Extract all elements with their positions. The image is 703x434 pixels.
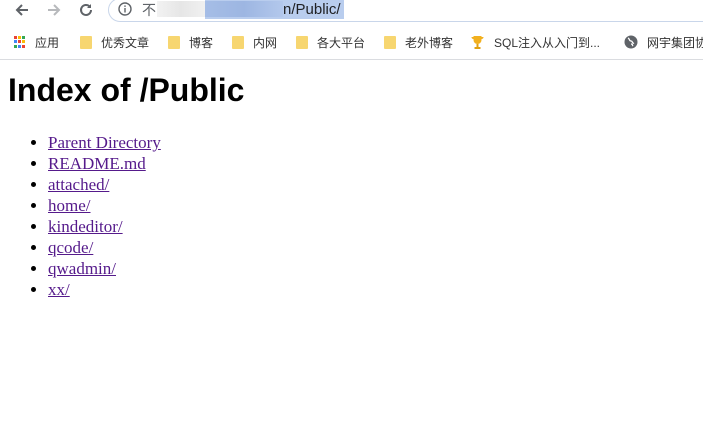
info-icon[interactable]: [118, 2, 132, 16]
folder-icon: [168, 35, 180, 49]
bookmark-folder-blogs[interactable]: 博客: [168, 33, 213, 51]
bookmark-label: 应用: [35, 35, 60, 50]
url-selection[interactable]: n/Public/: [205, 0, 344, 19]
bookmark-apps[interactable]: 应用: [14, 33, 59, 51]
entry-link-home[interactable]: home/: [48, 196, 91, 215]
bookmark-label: 内网: [253, 35, 278, 50]
bookmark-label: 老外博客: [405, 35, 454, 50]
entry-link-qcode[interactable]: qcode/: [48, 238, 93, 257]
bookmark-label: 博客: [189, 35, 214, 50]
bookmark-folder-foreign-blogs[interactable]: 老外博客: [384, 33, 453, 51]
toolbar-divider: [0, 59, 703, 60]
browser-toolbar: 不 n/Public/: [0, 0, 703, 27]
reload-icon: [80, 3, 92, 16]
apps-grid-icon: [14, 35, 26, 49]
reload-button[interactable]: [74, 0, 98, 20]
directory-listing: Parent Directory README.md attached/ hom…: [0, 132, 161, 300]
arrow-left-icon: [15, 4, 28, 16]
bookmark-folder-intranet[interactable]: 内网: [232, 33, 277, 51]
entry-link-parent-directory[interactable]: Parent Directory: [48, 133, 161, 152]
list-item: home/: [48, 195, 161, 216]
bookmark-label: 网宇集团协: [647, 35, 703, 50]
bookmark-label: SQL注入从入门到...: [494, 35, 601, 50]
arrow-right-icon: [48, 4, 61, 16]
folder-icon: [80, 35, 92, 49]
bookmark-label: 各大平台: [317, 35, 366, 50]
bookmark-label: 优秀文章: [101, 35, 150, 50]
entry-link-attached[interactable]: attached/: [48, 175, 109, 194]
list-item: attached/: [48, 174, 161, 195]
list-item: Parent Directory: [48, 132, 161, 153]
entry-link-readme[interactable]: README.md: [48, 154, 146, 173]
entry-link-xx[interactable]: xx/: [48, 280, 70, 299]
folder-icon: [232, 35, 244, 49]
url-redacted-selected: [205, 1, 283, 17]
back-button[interactable]: [10, 0, 34, 20]
list-item: kindeditor/: [48, 216, 161, 237]
bookmark-folder-platforms[interactable]: 各大平台: [296, 33, 365, 51]
folder-icon: [384, 35, 396, 49]
address-bar[interactable]: 不 n/Public/: [108, 0, 703, 22]
url-text: n/Public/: [283, 1, 341, 18]
page-title: Index of /Public: [8, 72, 245, 108]
list-item: README.md: [48, 153, 161, 174]
list-item: xx/: [48, 279, 161, 300]
forward-button[interactable]: [42, 0, 66, 20]
security-status-text: 不: [142, 2, 156, 18]
list-item: qcode/: [48, 237, 161, 258]
bookmark-folder-articles[interactable]: 优秀文章: [80, 33, 149, 51]
bookmarks-bar: 应用 优秀文章 博客 内网 各大平台 老外博客 SQL注入从入门到... 网宇集…: [0, 30, 703, 55]
globe-icon: [624, 35, 638, 49]
bookmark-wangyu[interactable]: 网宇集团协: [624, 33, 703, 51]
entry-link-kindeditor[interactable]: kindeditor/: [48, 217, 123, 236]
entry-link-qwadmin[interactable]: qwadmin/: [48, 259, 116, 278]
folder-icon: [296, 35, 308, 49]
list-item: qwadmin/: [48, 258, 161, 279]
trophy-icon: [471, 36, 484, 49]
bookmark-sql-injection[interactable]: SQL注入从入门到...: [470, 33, 600, 51]
